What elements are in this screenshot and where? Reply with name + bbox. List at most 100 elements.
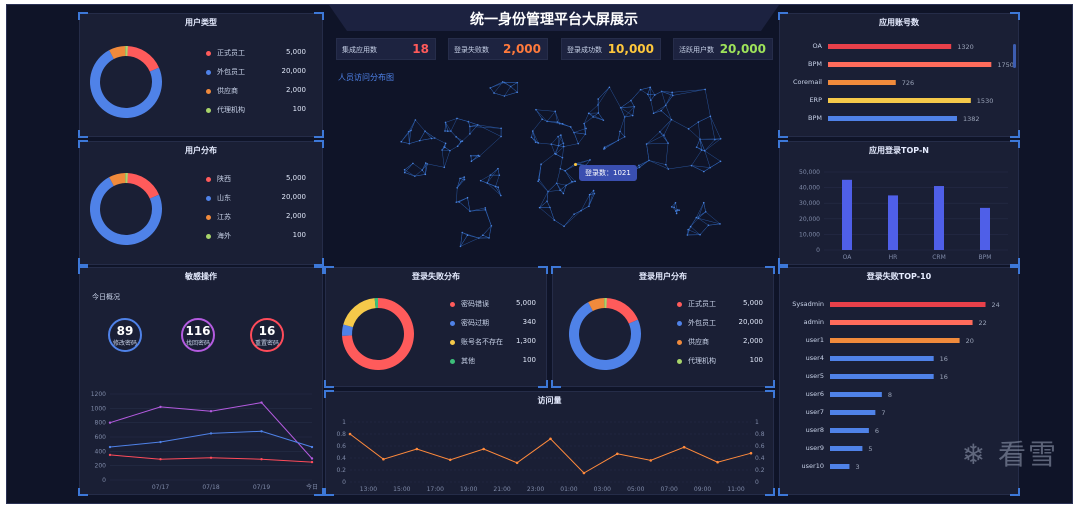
legend-item[interactable]: 代理机构 (206, 105, 245, 115)
login-user-donut (569, 298, 641, 370)
map-edge (617, 131, 621, 141)
bar-value-label: 726 (902, 79, 914, 87)
legend-dot-icon (206, 195, 211, 201)
map-edge (424, 130, 435, 139)
user-dist-donut (90, 173, 162, 245)
map-edge (672, 89, 706, 96)
y-tick-label-right: 1 (755, 419, 759, 426)
bar (830, 428, 869, 433)
legend-label: 供应商 (688, 338, 709, 346)
legend-item[interactable]: 代理机构 (677, 356, 716, 366)
legend-value: 20,000 (738, 318, 764, 326)
map-edge (646, 134, 665, 145)
legend-item[interactable]: 密码过期 (450, 318, 489, 328)
bar (980, 207, 990, 250)
legend-item[interactable]: 密码错误 (450, 299, 489, 309)
map-edge (551, 143, 559, 146)
x-tick-label: BPM (979, 254, 992, 261)
legend-item[interactable]: 其他 (450, 356, 475, 366)
map-edge (547, 121, 558, 123)
map-node (560, 134, 562, 136)
legend-item[interactable]: 外包员工 (206, 67, 245, 77)
x-tick-label: 07/19 (253, 484, 270, 491)
legend-value: 1,300 (515, 337, 536, 345)
bar-category-label: ERP (809, 96, 822, 104)
map-edge (537, 181, 549, 192)
bar-category-label: OA (813, 42, 823, 50)
bar (828, 116, 957, 121)
legend-item[interactable]: 江苏 (206, 212, 231, 222)
map-edge (593, 116, 604, 121)
scrollbar[interactable] (1013, 44, 1016, 68)
map-node (424, 162, 427, 164)
map-edge (559, 123, 571, 128)
bar (828, 80, 896, 85)
data-point (108, 421, 112, 424)
map-node (456, 117, 458, 120)
app-login-top-panel: 应用登录TOP-N 50,000 40,000 30,000 20,000 10,000… (778, 140, 1020, 266)
map-node (709, 115, 712, 118)
bar-category-label: user7 (806, 408, 824, 416)
visits-line-chart: 1 1 0.8 0.8 0.6 0.6 0.4 0.4 0.2 0.2 0 0 13:00 15:00 17… (336, 419, 764, 493)
y-tick-label: 800 (95, 420, 107, 427)
data-point (159, 440, 162, 444)
y-tick-label: 40,000 (799, 185, 820, 192)
map-edge (480, 174, 491, 181)
map-edge (532, 119, 543, 132)
bar-value-label: 7 (881, 409, 885, 417)
legend-value: 5,000 (515, 299, 536, 307)
legend-label: 江苏 (217, 213, 231, 221)
legend-item[interactable]: 陕西 (206, 174, 231, 184)
map-edge (663, 119, 672, 136)
legend-value: 2,000 (285, 86, 306, 94)
map-edge (434, 137, 446, 144)
bar-value-label: 5 (868, 445, 872, 453)
legend-item[interactable]: 账号名不存在 (450, 337, 503, 347)
legend-item[interactable]: 正式员工 (677, 299, 716, 309)
map-node (704, 88, 706, 91)
bar-category-label: user1 (806, 336, 824, 344)
legend-dot-icon (450, 339, 455, 345)
legend-item[interactable]: 山东 (206, 193, 231, 203)
bar (828, 62, 992, 67)
legend-item[interactable]: 供应商 (677, 337, 709, 347)
y-tick-label: 0 (102, 477, 106, 484)
map-edge (573, 132, 579, 144)
legend-dot-icon (206, 176, 211, 182)
legend-item[interactable]: 海外 (206, 231, 231, 241)
data-point (749, 451, 753, 455)
map-node (403, 171, 406, 174)
legend-dot-icon (677, 339, 682, 345)
map-edge (665, 143, 669, 165)
login-fail-donut (342, 298, 414, 370)
map-node (619, 130, 621, 133)
map-edge (563, 143, 579, 147)
y-tick-label: 600 (95, 434, 107, 441)
map-node (689, 225, 692, 228)
legend-item[interactable]: 外包员工 (677, 318, 716, 328)
map-edge (704, 150, 711, 168)
map-node (719, 223, 721, 225)
map-node (461, 140, 464, 142)
app-accounts-bar-chart: OA 1320 BPM 1750 Coremail 726 ERP 1530 BPM 1382 (793, 42, 1014, 123)
data-point (108, 453, 112, 457)
map-edge (708, 223, 721, 226)
legend-item[interactable]: 供应商 (206, 86, 238, 96)
x-tick-label: 15:00 (393, 486, 410, 493)
map-node (569, 126, 572, 128)
map-edge (646, 142, 669, 145)
bar (830, 392, 882, 397)
bar (828, 98, 971, 103)
map-edge (564, 170, 573, 182)
legend-item[interactable]: 正式员工 (206, 48, 245, 58)
map-edge (482, 225, 492, 236)
legend-value: 340 (522, 318, 536, 326)
y-tick-label: 30,000 (799, 200, 820, 207)
bar-value-label: 16 (940, 373, 948, 381)
y-tick-label-right: 0 (755, 479, 759, 486)
map-edge (609, 87, 621, 108)
data-point (582, 471, 586, 475)
x-tick-label: 23:00 (527, 486, 544, 493)
map-edge (704, 138, 721, 152)
y-tick-label-left: 0 (342, 479, 346, 486)
